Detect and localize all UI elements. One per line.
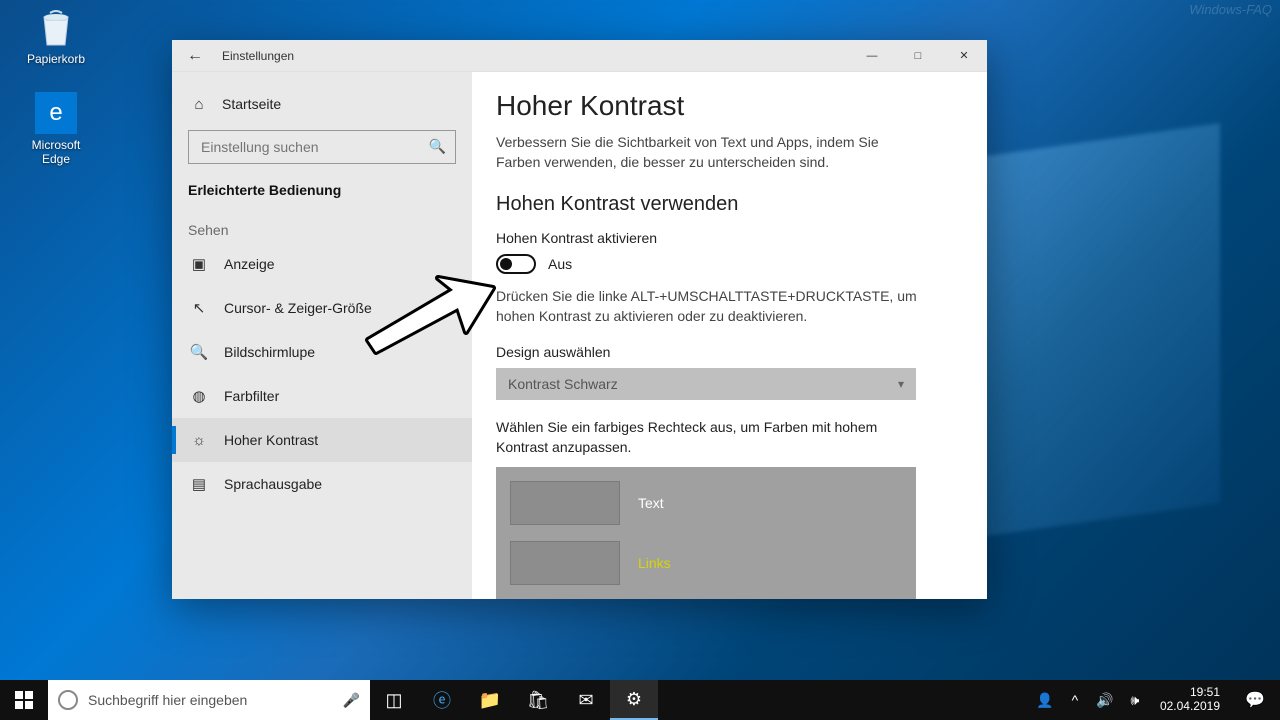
recycle-bin-icon (35, 6, 77, 48)
close-button[interactable]: ✕ (941, 40, 987, 72)
magnifier-icon: 🔍 (188, 343, 210, 361)
color-intro: Wählen Sie ein farbiges Rechteck aus, um… (496, 418, 916, 457)
colorfilter-icon: ◍ (188, 387, 210, 405)
select-label: Design auswählen (496, 344, 959, 360)
edge-icon: e (35, 92, 77, 134)
swatch-label: Text (638, 495, 664, 511)
group-label: Sehen (172, 212, 472, 242)
select-value: Kontrast Schwarz (508, 376, 618, 392)
toggle-label: Hohen Kontrast aktivieren (496, 230, 959, 246)
taskview-button[interactable]: ◫ (370, 680, 418, 720)
maximize-button[interactable]: □ (895, 40, 941, 72)
home-icon: ⌂ (188, 96, 210, 113)
nav-label: Bildschirmlupe (224, 344, 315, 360)
color-row-text[interactable]: Text (510, 481, 902, 525)
tray-people-icon[interactable]: 👤 (1034, 692, 1056, 709)
minimize-button[interactable]: — (849, 40, 895, 72)
back-button[interactable]: ← (172, 40, 218, 72)
home-link[interactable]: ⌂ Startseite (172, 84, 472, 124)
action-center-button[interactable]: 💬 (1234, 690, 1276, 710)
nav-magnifier[interactable]: 🔍 Bildschirmlupe (172, 330, 472, 374)
tray-volume-icon[interactable]: 🕪 (1124, 692, 1146, 709)
color-row-links[interactable]: Links (510, 541, 902, 585)
nav-anzeige[interactable]: ▣ Anzeige (172, 242, 472, 286)
search-icon: 🔍 (429, 138, 446, 155)
home-label: Startseite (222, 96, 281, 112)
nav-colorfilter[interactable]: ◍ Farbfilter (172, 374, 472, 418)
nav-label: Hoher Kontrast (224, 432, 318, 448)
taskbar-search[interactable]: Suchbegriff hier eingeben 🎤 (48, 680, 370, 720)
toggle-state: Aus (548, 256, 572, 272)
page-title: Hoher Kontrast (496, 90, 959, 122)
search-input[interactable] (188, 130, 456, 164)
watermark-text: Windows-FAQ (1189, 2, 1272, 17)
recycle-bin[interactable]: Papierkorb (18, 6, 94, 66)
edge-label: Microsoft Edge (18, 138, 94, 166)
cursor-icon: ↖ (188, 299, 210, 317)
color-panel: Text Links (496, 467, 916, 599)
swatch-label: Links (638, 555, 671, 571)
tray-chevron-icon[interactable]: ^ (1064, 692, 1086, 708)
nav-narrator[interactable]: ▤ Sprachausgabe (172, 462, 472, 506)
edge-shortcut[interactable]: e Microsoft Edge (18, 92, 94, 166)
settings-taskbar[interactable]: ⚙ (610, 680, 658, 720)
nav-cursor[interactable]: ↖ Cursor- & Zeiger-Größe (172, 286, 472, 330)
highcontrast-toggle[interactable] (496, 254, 536, 274)
section-title: Hohen Kontrast verwenden (496, 193, 959, 216)
clock-time: 19:51 (1160, 686, 1220, 700)
content-pane: Hoher Kontrast Verbessern Sie die Sichtb… (472, 72, 987, 599)
sidebar: ⌂ Startseite 🔍 Erleichterte Bedienung Se… (172, 72, 472, 599)
nav-label: Farbfilter (224, 388, 279, 404)
edge-taskbar[interactable]: ⓔ (418, 680, 466, 720)
contrast-icon: ☼ (188, 432, 210, 449)
system-tray: 👤 ^ 🔊 🕪 19:51 02.04.2019 💬 (1030, 680, 1280, 720)
swatch-text[interactable] (510, 481, 620, 525)
toggle-hint: Drücken Sie die linke ALT-+UMSCHALTTASTE… (496, 286, 926, 327)
taskbar-search-placeholder: Suchbegriff hier eingeben (88, 692, 247, 708)
clock-date: 02.04.2019 (1160, 700, 1220, 714)
category-title: Erleichterte Bedienung (172, 174, 472, 212)
start-button[interactable] (0, 680, 48, 720)
nav-highcontrast[interactable]: ☼ Hoher Kontrast (172, 418, 472, 462)
taskbar-clock[interactable]: 19:51 02.04.2019 (1154, 686, 1226, 714)
nav-label: Sprachausgabe (224, 476, 322, 492)
swatch-links[interactable] (510, 541, 620, 585)
nav-label: Cursor- & Zeiger-Größe (224, 300, 372, 316)
settings-window: ← Einstellungen — □ ✕ ⌂ Startseite 🔍 Erl… (172, 40, 987, 599)
explorer-taskbar[interactable]: 📁 (466, 680, 514, 720)
display-icon: ▣ (188, 255, 210, 273)
chevron-down-icon: ▾ (898, 377, 904, 391)
narrator-icon: ▤ (188, 475, 210, 493)
nav-label: Anzeige (224, 256, 275, 272)
mic-icon: 🎤 (343, 692, 360, 709)
titlebar: ← Einstellungen — □ ✕ (172, 40, 987, 72)
window-title: Einstellungen (222, 49, 294, 63)
cortana-icon (58, 690, 78, 710)
store-taskbar[interactable]: 🛍 (514, 680, 562, 720)
tray-network-icon[interactable]: 🔊 (1094, 692, 1116, 709)
recycle-bin-label: Papierkorb (18, 52, 94, 66)
page-intro: Verbessern Sie die Sichtbarkeit von Text… (496, 132, 916, 173)
theme-select[interactable]: Kontrast Schwarz ▾ (496, 368, 916, 400)
taskbar: Suchbegriff hier eingeben 🎤 ◫ ⓔ 📁 🛍 ✉ ⚙ … (0, 680, 1280, 720)
mail-taskbar[interactable]: ✉ (562, 680, 610, 720)
